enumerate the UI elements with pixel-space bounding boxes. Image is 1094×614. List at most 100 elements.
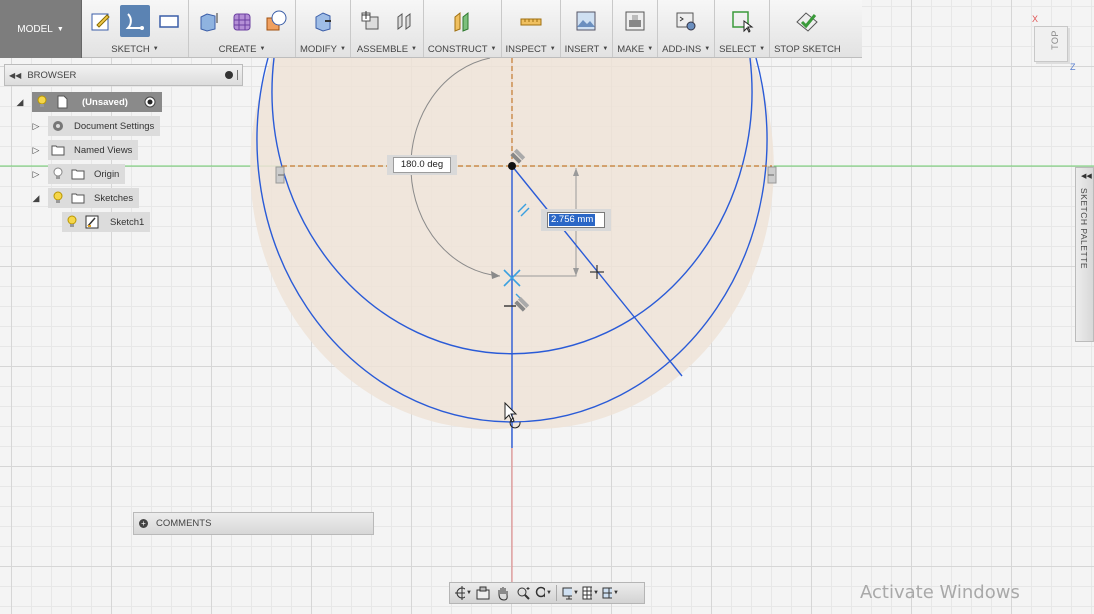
sketch-palette-label: SKETCH PALETTE (1079, 188, 1089, 269)
pan-button[interactable] (494, 584, 512, 602)
orbit-button[interactable]: ▼ (454, 584, 472, 602)
caret-down-icon: ▼ (647, 46, 654, 52)
browser-item-document-settings[interactable]: ▷ Document Settings (30, 116, 161, 136)
toolbar-group-construct: CONSTRUCT ▼ (424, 0, 502, 57)
folder-icon (50, 142, 66, 158)
browser-item-root[interactable]: ◢ (Unsaved) (14, 92, 162, 112)
expanded-triangle-icon[interactable]: ◢ (14, 97, 26, 108)
toolbar-group-assemble: ASSEMBLE ▼ (351, 0, 424, 57)
viewports-button[interactable]: ▼ (601, 584, 619, 602)
collapsed-triangle-icon[interactable]: ▷ (30, 145, 42, 156)
offset-plane-button[interactable] (447, 5, 477, 37)
caret-down-icon: ▼ (411, 46, 417, 52)
caret-down-icon: ▼ (759, 46, 766, 52)
derive-icon (266, 10, 287, 31)
press-pull-icon (315, 12, 331, 32)
angle-dimension-field[interactable]: 180.0 deg (387, 155, 457, 175)
attach-canvas-button[interactable] (571, 5, 601, 37)
measure-ruler-icon (520, 18, 542, 26)
lightbulb-off-icon[interactable] (50, 166, 66, 182)
toolbar-group-label: INSERT (564, 43, 600, 55)
browser-item-origin[interactable]: ▷ Origin (30, 164, 126, 184)
browser-item-named-views[interactable]: ▷ Named Views (30, 140, 139, 160)
toolbar-group-label: MAKE (617, 43, 645, 55)
activate-radio-icon[interactable] (142, 94, 158, 110)
toolbar-group-create: CREATE ▼ (189, 0, 296, 57)
caret-down-icon: ▼ (259, 46, 266, 52)
joint-button[interactable] (389, 5, 419, 37)
line-tool-button[interactable] (120, 5, 150, 37)
viewcube-top-face[interactable]: TOP (1034, 26, 1068, 62)
pan-hand-icon (498, 587, 508, 601)
toolbar-group-modify: MODIFY ▼ (296, 0, 351, 57)
workspace-label: MODEL (17, 23, 53, 35)
toolbar-group-label: MODIFY (300, 43, 337, 55)
new-component-button[interactable] (355, 5, 385, 37)
right-midpoint-marker[interactable] (767, 166, 777, 184)
rectangle-tool-button[interactable] (154, 5, 184, 37)
browser-header[interactable]: ◀◀ BROWSER (4, 64, 243, 86)
pin-icon[interactable] (237, 70, 240, 80)
collapse-arrows-icon[interactable]: ◀◀ (9, 71, 21, 80)
scripts-addins-button[interactable] (671, 5, 701, 37)
length-dimension-field[interactable]: 2.756 mm (541, 209, 611, 231)
toolbar: MODEL ▼ SKETCH ▼ CREATE ▼ MODIFY ▼ ASSEM… (0, 0, 862, 58)
toolbar-group-stop-sketch: STOP SKETCH (770, 0, 845, 57)
stop-sketch-button[interactable] (792, 5, 822, 37)
document-icon (54, 94, 70, 110)
browser-item-sketch1[interactable]: Sketch1 (62, 212, 151, 232)
measure-button[interactable] (516, 5, 546, 37)
lightbulb-icon[interactable] (64, 214, 80, 230)
form-icon (233, 13, 251, 31)
angle-dimension-value[interactable]: 180.0 deg (393, 157, 451, 173)
zoom-window-button[interactable]: ▼ (534, 584, 552, 602)
create-sketch-button[interactable] (86, 5, 116, 37)
new-component-icon (361, 11, 379, 30)
display-settings-button[interactable]: ▼ (561, 584, 579, 602)
press-pull-button[interactable] (308, 5, 338, 37)
lightbulb-icon[interactable] (50, 190, 66, 206)
length-dimension-value[interactable]: 2.756 mm (549, 214, 596, 226)
caret-down-icon: ▼ (704, 46, 711, 52)
viewcube[interactable]: X TOP Z (1026, 14, 1086, 76)
extrude-button[interactable] (193, 5, 223, 37)
look-at-button[interactable] (474, 584, 492, 602)
browser-item-label: Sketches (94, 192, 134, 204)
comments-label: COMMENTS (156, 518, 212, 529)
grid-icon (582, 586, 593, 600)
collapsed-triangle-icon[interactable]: ▷ (30, 121, 42, 132)
sketch-palette-panel[interactable]: ◀◀ SKETCH PALETTE (1075, 167, 1094, 342)
comments-panel[interactable]: + COMMENTS (133, 512, 374, 535)
expand-arrows-icon[interactable]: ◀◀ (1081, 172, 1092, 180)
browser-item-sketches[interactable]: ◢ Sketches (30, 188, 140, 208)
look-at-icon (476, 586, 490, 600)
magnifier-icon (535, 586, 546, 598)
toolbar-group-label: ASSEMBLE (356, 43, 409, 55)
workspace-switcher-button[interactable]: MODEL ▼ (0, 0, 82, 58)
derive-button[interactable] (261, 5, 291, 37)
minimize-icon[interactable] (225, 71, 233, 79)
caret-down-icon: ▼ (549, 46, 556, 52)
left-midpoint-marker[interactable] (275, 166, 285, 184)
3d-print-button[interactable] (620, 5, 650, 37)
toolbar-group-label: STOP SKETCH (774, 43, 841, 55)
caret-down-icon: ▼ (490, 46, 497, 52)
center-point[interactable] (508, 162, 516, 170)
toolbar-group-label: SELECT (719, 43, 757, 55)
form-button[interactable] (227, 5, 257, 37)
browser-item-label: Origin (94, 168, 120, 180)
axis-x-label: X (1032, 14, 1039, 24)
select-cursor-icon (732, 11, 754, 33)
toolbar-group-inspect: INSPECT ▼ (502, 0, 561, 57)
toolbar-group-select: SELECT ▼ (715, 0, 771, 57)
expanded-triangle-icon[interactable]: ◢ (30, 193, 42, 204)
add-comment-icon[interactable]: + (139, 519, 148, 528)
caret-down-icon: ▼ (56, 25, 64, 33)
sketch-icon (84, 214, 100, 230)
grid-settings-button[interactable]: ▼ (581, 584, 599, 602)
lightbulb-icon[interactable] (34, 94, 50, 110)
select-button[interactable] (727, 5, 757, 37)
toolbar-group-label: CONSTRUCT (427, 43, 488, 55)
zoom-button[interactable] (514, 584, 532, 602)
collapsed-triangle-icon[interactable]: ▷ (30, 169, 42, 180)
